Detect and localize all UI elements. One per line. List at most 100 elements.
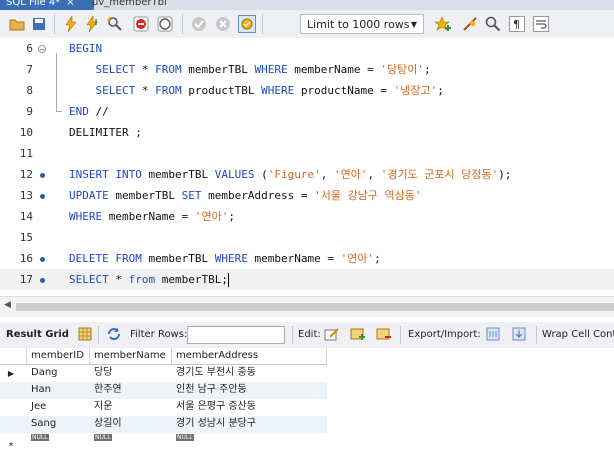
- text-cursor: [227, 273, 229, 287]
- sql-string: '연아': [340, 252, 375, 265]
- word-wrap-icon[interactable]: [532, 15, 550, 33]
- code-line[interactable]: 9 END //: [0, 101, 614, 122]
- statement-marker-icon: [38, 164, 46, 185]
- code-text[interactable]: SELECT * FROM productTBL WHERE productNa…: [69, 80, 444, 101]
- delete-row-icon[interactable]: [376, 327, 392, 344]
- code-line[interactable]: 8 SELECT * FROM productTBL WHERE product…: [0, 80, 614, 101]
- limit-rows-select[interactable]: Limit to 1000 rows ▼: [300, 14, 424, 34]
- cell-memberaddress[interactable]: 인천 남구 주안동: [172, 382, 327, 398]
- null-badge: NULL: [94, 433, 112, 441]
- line-number: 8: [26, 84, 33, 97]
- code-line[interactable]: 17 SELECT * from memberTBL;: [0, 269, 614, 290]
- code-text[interactable]: SELECT * FROM memberTBL WHERE memberName…: [69, 59, 431, 80]
- cell-memberid[interactable]: Dang: [27, 365, 90, 381]
- query-toolbar: Limit to 1000 rows ▼ ¶: [0, 10, 614, 39]
- wrap-cell-content-label[interactable]: Wrap Cell Conte: [542, 329, 614, 340]
- commit-icon[interactable]: [190, 15, 208, 33]
- cell-memberaddress[interactable]: 경기도 부천시 중동: [172, 365, 327, 381]
- toggle-errors-icon[interactable]: [156, 15, 174, 33]
- editor-horizontal-scrollbar[interactable]: ◀: [0, 296, 614, 317]
- scrollbar-thumb[interactable]: [16, 303, 614, 311]
- code-line[interactable]: 12 INSERT INTO memberTBL VALUES ('Figure'…: [0, 164, 614, 185]
- grid-view-icon[interactable]: [78, 327, 92, 344]
- column-header-memberaddress[interactable]: memberAddress: [172, 348, 327, 364]
- beautify-icon[interactable]: [462, 15, 480, 33]
- cell-memberid[interactable]: Han: [27, 382, 90, 398]
- refresh-icon[interactable]: [106, 327, 122, 344]
- execute-icon[interactable]: [62, 15, 80, 33]
- null-cell[interactable]: NULL: [90, 430, 172, 446]
- line-number: 12: [19, 168, 33, 181]
- insert-row-icon[interactable]: [350, 327, 366, 344]
- export-import-label: Export/Import:: [408, 329, 481, 340]
- sql-text: memberTBL: [141, 252, 215, 265]
- close-tab-icon[interactable]: ×: [66, 0, 74, 8]
- cell-memberaddress[interactable]: 서울 은평구 증산동: [172, 399, 327, 415]
- code-line[interactable]: 16 DELETE FROM memberTBL WHERE memberName…: [0, 248, 614, 269]
- result-grid-label[interactable]: Result Grid: [6, 329, 69, 340]
- code-line[interactable]: 15: [0, 227, 614, 248]
- sql-keyword: WHERE: [69, 210, 103, 223]
- rollback-icon[interactable]: [214, 15, 232, 33]
- code-text[interactable]: DELIMITER ;: [69, 122, 142, 143]
- cell-membername[interactable]: 한주연: [90, 382, 172, 398]
- cell-membername[interactable]: 지운: [90, 399, 172, 415]
- cell-memberid[interactable]: Jee: [27, 399, 90, 415]
- cell-membername[interactable]: 당당: [90, 365, 172, 381]
- sql-text: );: [498, 168, 512, 181]
- code-text[interactable]: SELECT * from memberTBL;: [69, 269, 229, 290]
- code-text[interactable]: DELETE FROM memberTBL WHERE memberName =…: [69, 248, 381, 269]
- toolbar-separator: [98, 326, 99, 344]
- explain-icon[interactable]: [106, 15, 124, 33]
- null-cell[interactable]: NULL: [172, 430, 327, 446]
- code-line[interactable]: 6− BEGIN: [0, 38, 614, 59]
- sql-text: ;: [374, 252, 381, 265]
- code-line[interactable]: 14 WHERE memberName = '연아';: [0, 206, 614, 227]
- scroll-left-icon[interactable]: ◀: [4, 300, 11, 310]
- sql-string: '연아': [333, 168, 368, 181]
- table-row[interactable]: Jee 지운 서울 은평구 증산동: [0, 399, 327, 416]
- code-line[interactable]: 10 DELIMITER ;: [0, 122, 614, 143]
- execute-current-icon[interactable]: [84, 15, 102, 33]
- sql-text: *: [108, 273, 129, 286]
- invisible-chars-icon[interactable]: ¶: [508, 15, 526, 33]
- stop-icon[interactable]: [132, 15, 150, 33]
- sql-string: '냉장고': [393, 84, 438, 97]
- open-folder-icon[interactable]: [8, 15, 26, 33]
- statement-marker-icon: [38, 248, 46, 269]
- code-text[interactable]: UPDATE memberTBL SET memberAddress = '서울…: [69, 185, 422, 206]
- column-header-membername[interactable]: memberName: [90, 348, 172, 364]
- export-icon[interactable]: [486, 327, 500, 344]
- code-text[interactable]: INSERT INTO memberTBL VALUES ('Figure', …: [69, 164, 512, 185]
- null-cell[interactable]: NULL: [27, 430, 90, 446]
- sql-keyword: BEGIN: [69, 42, 103, 55]
- edit-row-icon[interactable]: [324, 327, 340, 344]
- grid-header: memberID memberName memberAddress: [0, 348, 327, 365]
- save-icon[interactable]: [30, 15, 48, 33]
- sql-text: ;: [437, 84, 444, 97]
- code-text[interactable]: BEGIN: [69, 38, 102, 59]
- search-icon[interactable]: [484, 15, 502, 33]
- fold-guide: [56, 53, 57, 111]
- tab-uv-membertbl[interactable]: uv_memberTbl: [86, 0, 173, 10]
- sql-text: //: [88, 105, 109, 118]
- code-line[interactable]: 7 SELECT * FROM memberTBL WHERE memberNa…: [0, 59, 614, 80]
- column-header-memberid[interactable]: memberID: [27, 348, 90, 364]
- table-row[interactable]: Han 한주연 인천 남구 주안동: [0, 382, 327, 399]
- filter-rows-input[interactable]: [187, 326, 285, 344]
- fold-toggle-icon[interactable]: −: [38, 38, 46, 59]
- code-text[interactable]: WHERE memberName = '연아';: [69, 206, 235, 227]
- import-icon[interactable]: [512, 327, 528, 344]
- code-text[interactable]: END //: [69, 101, 109, 122]
- autocommit-icon[interactable]: [238, 15, 256, 33]
- sql-text: memberTBL: [141, 168, 215, 181]
- table-row[interactable]: ▶ Dang 당당 경기도 부천시 중동: [0, 365, 327, 382]
- new-row[interactable]: * NULL NULL NULL: [0, 430, 327, 452]
- add-bookmark-icon[interactable]: [434, 15, 452, 33]
- sql-editor[interactable]: 6− BEGIN 7 SELECT * FROM memberTBL WHERE m…: [0, 38, 614, 296]
- sql-keyword: from: [128, 273, 156, 286]
- code-line[interactable]: 11: [0, 143, 614, 164]
- code-line[interactable]: 13 UPDATE memberTBL SET memberAddress = '…: [0, 185, 614, 206]
- sql-string: 'Figure': [267, 168, 321, 181]
- tab-sql-file-4[interactable]: SQL File 4* ×: [0, 0, 94, 10]
